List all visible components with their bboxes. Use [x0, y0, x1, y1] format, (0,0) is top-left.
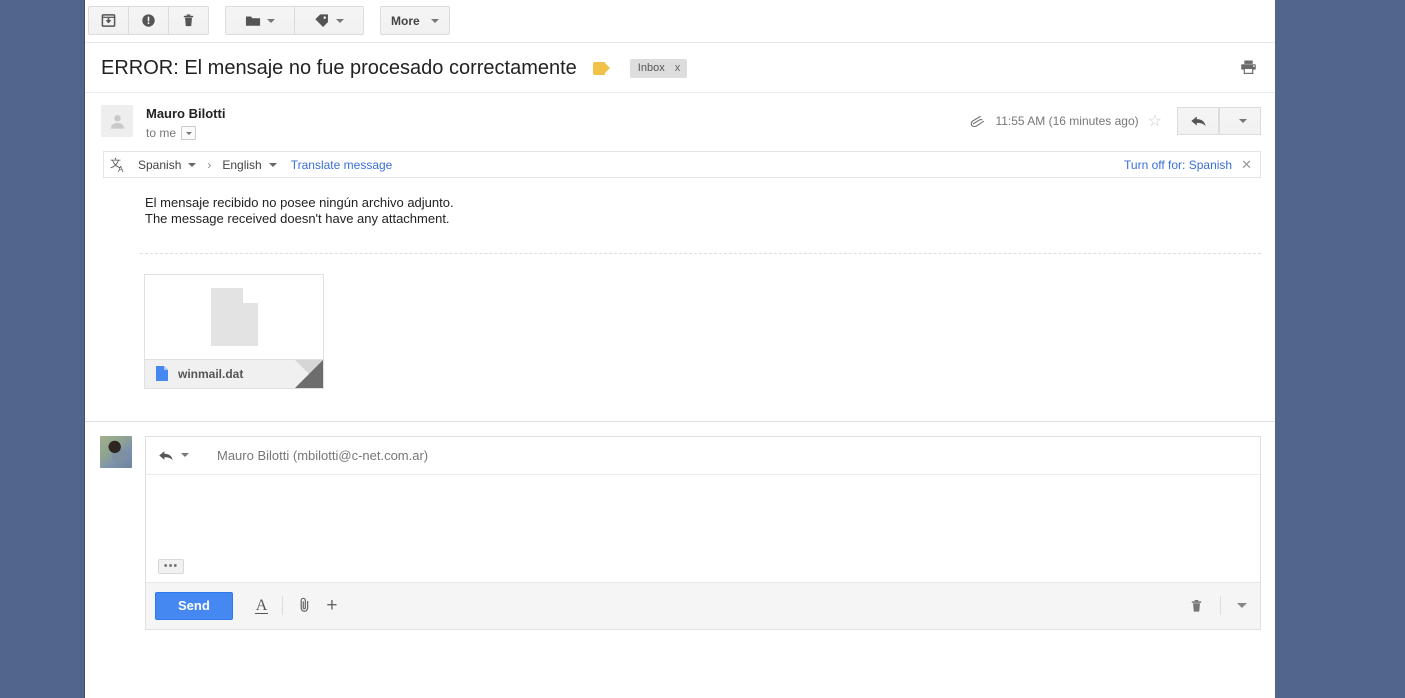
divider [282, 596, 284, 615]
label-flag-icon [592, 62, 610, 75]
compose-body[interactable]: ••• [146, 475, 1260, 582]
printer-icon [1240, 59, 1257, 75]
insert-more-icon[interactable]: + [326, 596, 337, 615]
target-language-selector[interactable]: English [222, 157, 277, 172]
star-icon[interactable]: ☆ [1148, 111, 1162, 131]
compose-recipient[interactable]: Mauro Bilotti (mbilotti@c-net.com.ar) [217, 448, 428, 463]
reply-button-group [1177, 107, 1261, 135]
person-placeholder-icon [108, 112, 127, 131]
inbox-label-text: Inbox [637, 62, 665, 74]
generic-file-icon [210, 287, 258, 346]
language-arrow-icon: › [207, 157, 212, 172]
attachment-area: winmail.dat [85, 254, 1275, 389]
attachment-card[interactable]: winmail.dat [144, 273, 324, 389]
compose-more-options-icon[interactable] [1237, 603, 1247, 608]
folder-icon [245, 14, 261, 28]
attachment-corner-fold [295, 359, 323, 388]
reply-section: Mauro Bilotti (mbilotti@c-net.com.ar) ••… [85, 422, 1275, 630]
compose-footer: Send A + [146, 581, 1260, 629]
reply-arrow-icon [1190, 114, 1207, 128]
print-button[interactable] [1240, 59, 1257, 78]
show-quoted-text-button[interactable]: ••• [158, 558, 184, 574]
send-button[interactable]: Send [155, 591, 233, 620]
formatting-options-icon[interactable]: A [254, 597, 269, 614]
message-body-line-2: The message received doesn't have any at… [145, 211, 450, 227]
remove-label-icon[interactable]: x [675, 62, 681, 74]
attachment-filename: winmail.dat [178, 366, 244, 381]
delete-button[interactable] [168, 6, 209, 35]
trash-icon [181, 13, 196, 28]
message-body-line-1: El mensaje recibido no posee ningún arch… [145, 195, 454, 210]
inbox-label-chip[interactable]: Inbox x [629, 59, 688, 78]
sender-avatar[interactable] [101, 105, 133, 137]
chevron-down-icon [268, 162, 277, 167]
target-language-label: English [222, 157, 262, 172]
turn-off-translation-group: Turn off for: Spanish ✕ [1124, 157, 1252, 173]
sender-row: Mauro Bilotti to me 11:55 AM (16 minutes… [85, 93, 1275, 148]
toolbar-more-group: More [380, 6, 450, 35]
source-language-label: Spanish [138, 157, 182, 172]
close-icon[interactable]: ✕ [1241, 157, 1252, 173]
compose-footer-right [1189, 596, 1247, 615]
archive-icon [101, 13, 116, 28]
message-meta-right: 11:55 AM (16 minutes ago) ☆ [970, 105, 1261, 135]
chevron-down-icon [181, 453, 189, 457]
desktop-background-left [0, 0, 85, 698]
message-options-button[interactable] [1219, 107, 1261, 135]
attachment-footer: winmail.dat [145, 358, 323, 388]
chevron-down-icon [430, 18, 439, 23]
labels-button[interactable] [294, 6, 364, 35]
chevron-down-icon [267, 18, 275, 23]
sender-name: Mauro Bilotti [146, 106, 226, 121]
sender-meta: Mauro Bilotti to me [146, 105, 225, 140]
chevron-down-icon [188, 162, 197, 167]
page-title: ERROR: El mensaje no fue procesado corre… [101, 57, 577, 79]
report-spam-button[interactable] [128, 6, 169, 35]
divider [1220, 596, 1221, 615]
compose-box: Mauro Bilotti (mbilotti@c-net.com.ar) ••… [145, 435, 1261, 630]
attachment-paperclip-icon [970, 115, 986, 128]
file-document-icon [156, 366, 168, 381]
discard-draft-icon[interactable] [1189, 598, 1204, 614]
chevron-down-icon [336, 18, 344, 23]
recipient-line: to me [146, 126, 225, 140]
recipient-label: to me [146, 126, 177, 140]
compose-recipient-row: Mauro Bilotti (mbilotti@c-net.com.ar) [146, 437, 1260, 475]
svg-text:A: A [118, 165, 124, 173]
chevron-down-icon [185, 131, 192, 135]
message-toolbar: More [85, 0, 1275, 43]
exclamation-circle-icon [141, 13, 156, 28]
attach-file-icon[interactable] [297, 597, 312, 614]
user-avatar[interactable] [100, 435, 132, 468]
translate-message-link[interactable]: Translate message [291, 158, 393, 172]
translate-bar: 文 A Spanish › English Translate message … [103, 151, 1261, 178]
more-button[interactable]: More [380, 6, 450, 35]
subject-row: ERROR: El mensaje no fue procesado corre… [85, 43, 1275, 93]
chevron-down-icon [1239, 119, 1247, 123]
attachment-thumbnail [145, 274, 323, 359]
label-tag-icon [314, 13, 330, 28]
translate-icon: 文 A [110, 156, 128, 173]
reply-arrow-icon [158, 449, 174, 462]
toolbar-primary-group [88, 6, 209, 35]
page-scrollbar-track[interactable] [1378, 0, 1395, 698]
toolbar-organize-group [225, 6, 364, 35]
move-to-button[interactable] [225, 6, 295, 35]
more-button-label: More [391, 13, 420, 28]
archive-button[interactable] [88, 6, 129, 35]
turn-off-translation-link[interactable]: Turn off for: Spanish [1124, 158, 1232, 172]
message-body: El mensaje recibido no posee ningún arch… [85, 178, 1275, 228]
compose-reply-type-button[interactable] [158, 449, 189, 462]
message-timestamp: 11:55 AM (16 minutes ago) [995, 114, 1139, 128]
source-language-selector[interactable]: Spanish [138, 157, 197, 172]
recipient-details-button[interactable] [181, 126, 197, 140]
reply-button[interactable] [1177, 107, 1219, 135]
mail-content-pane: More ERROR: El mensaje no fue procesado … [85, 0, 1275, 698]
